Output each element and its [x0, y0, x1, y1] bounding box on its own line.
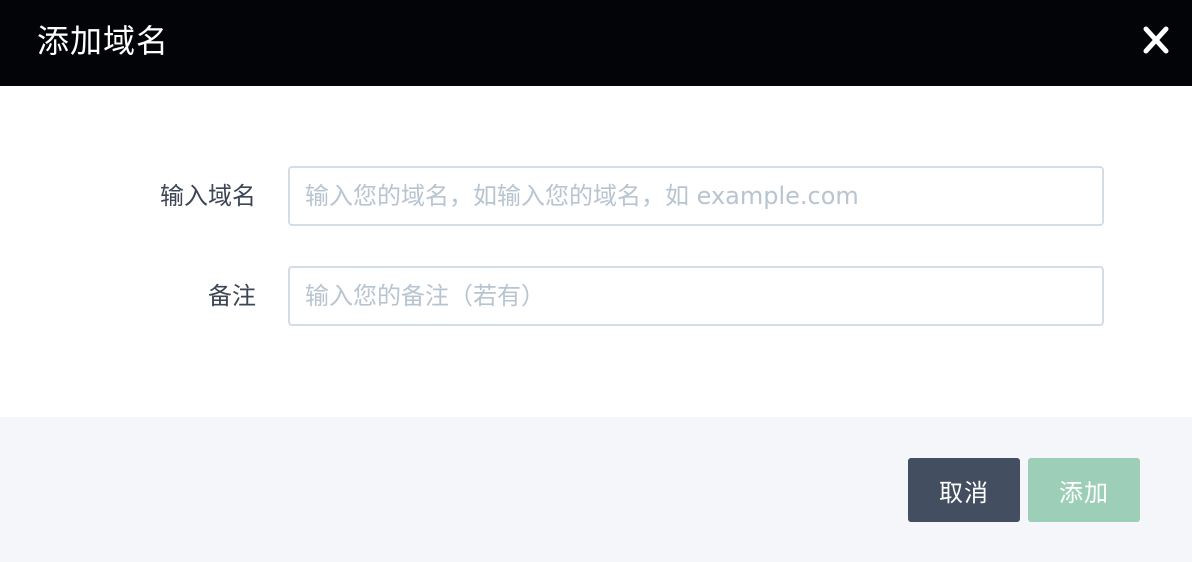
- domain-input[interactable]: [288, 166, 1104, 226]
- add-button[interactable]: 添加: [1028, 458, 1140, 522]
- note-row: 备注: [0, 266, 1192, 326]
- dialog-header: 添加域名: [0, 0, 1192, 86]
- domain-row: 输入域名: [0, 166, 1192, 226]
- dialog-title: 添加域名: [37, 22, 170, 60]
- close-icon: [1143, 26, 1169, 54]
- domain-label: 输入域名: [160, 182, 256, 210]
- close-button[interactable]: [1140, 22, 1172, 58]
- dialog-body: 输入域名 备注: [0, 86, 1192, 417]
- note-label: 备注: [208, 282, 256, 310]
- cancel-button[interactable]: 取消: [908, 458, 1020, 522]
- dialog-footer: 取消 添加: [0, 417, 1192, 562]
- note-input[interactable]: [288, 266, 1104, 326]
- add-domain-dialog: 添加域名 输入域名 备注 取消 添加: [0, 0, 1192, 562]
